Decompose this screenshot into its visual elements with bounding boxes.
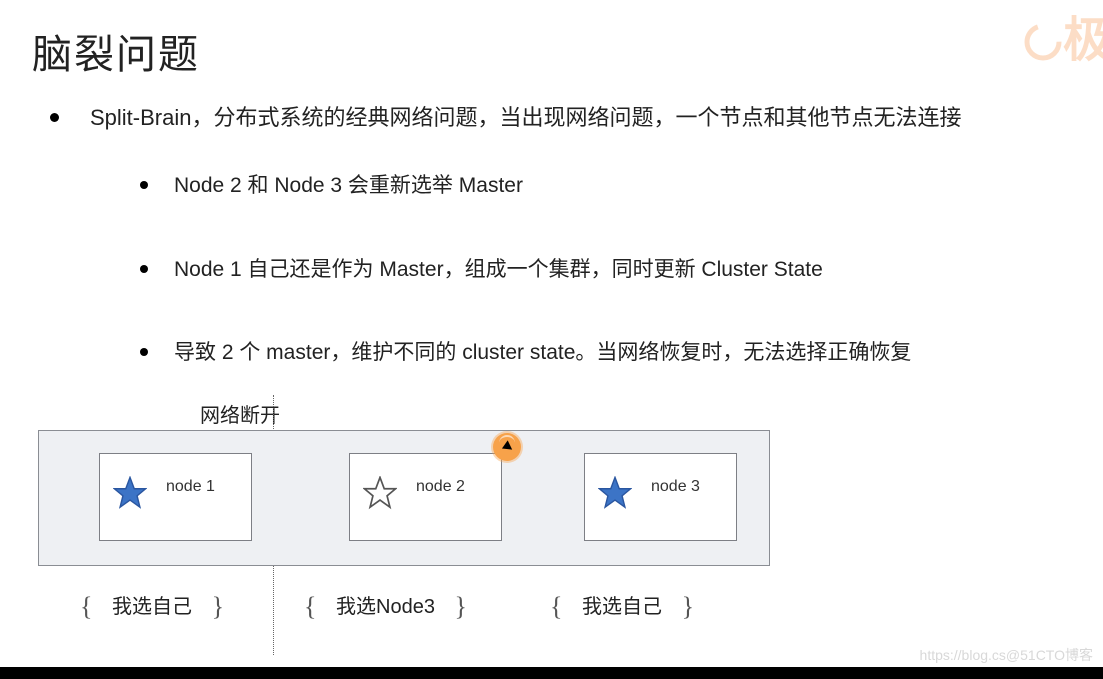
brand-text: 极 [1063, 14, 1103, 67]
node-label: node 2 [416, 478, 465, 496]
star-icon [363, 476, 397, 510]
vote-text: 我选自己 [98, 590, 206, 619]
vote-row: { 我选自己 } { 我选Node3 } { 我选自己 } [80, 590, 800, 630]
vote-1: { 我选自己 } [80, 590, 224, 622]
bullet-sub-1: Node 2 和 Node 3 会重新选举 Master [140, 169, 1103, 203]
node-box-2: node 2 [349, 453, 502, 541]
vote-2: { 我选Node3 } [304, 590, 467, 622]
vote-text: 我选自己 [568, 590, 676, 619]
node-box-1: node 1 [99, 453, 252, 541]
bullet-main-text: Split-Brain，分布式系统的经典网络问题，当出现网络问题，一个节点和其他… [90, 105, 961, 130]
brace-left-icon: { [304, 592, 316, 622]
star-icon [113, 476, 147, 510]
bullet-list-inner: Node 2 和 Node 3 会重新选举 Master Node 1 自己还是… [140, 169, 1103, 370]
node-box-3: node 3 [584, 453, 737, 541]
watermark-text: https://blog.cs@51CTO博客 [920, 645, 1093, 665]
bullet-list-outer: Split-Brain，分布式系统的经典网络问题，当出现网络问题，一个节点和其他… [50, 100, 1103, 420]
bullet-sub-2: Node 1 自己还是作为 Master，组成一个集群，同时更新 Cluster… [140, 253, 1103, 287]
brand-logo: 极 [1023, 0, 1103, 70]
slide-title: 脑裂问题 [32, 22, 200, 80]
network-break-label: 网络断开 [200, 399, 280, 428]
brace-right-icon: } [212, 592, 224, 622]
vote-3: { 我选自己 } [550, 590, 694, 622]
brace-left-icon: { [550, 592, 562, 622]
cursor-icon [493, 433, 521, 461]
star-icon [598, 476, 632, 510]
node-label: node 1 [166, 478, 215, 496]
brace-right-icon: } [682, 592, 694, 622]
bullet-sub-3: 导致 2 个 master，维护不同的 cluster state。当网络恢复时… [140, 336, 1103, 370]
brace-left-icon: { [80, 592, 92, 622]
bottom-bar [0, 667, 1103, 679]
cluster-box: node 1 node 2 node 3 [38, 430, 770, 566]
bullet-main: Split-Brain，分布式系统的经典网络问题，当出现网络问题，一个节点和其他… [50, 100, 1103, 370]
vote-text: 我选Node3 [322, 590, 449, 619]
brace-right-icon: } [455, 592, 467, 622]
node-label: node 3 [651, 478, 700, 496]
